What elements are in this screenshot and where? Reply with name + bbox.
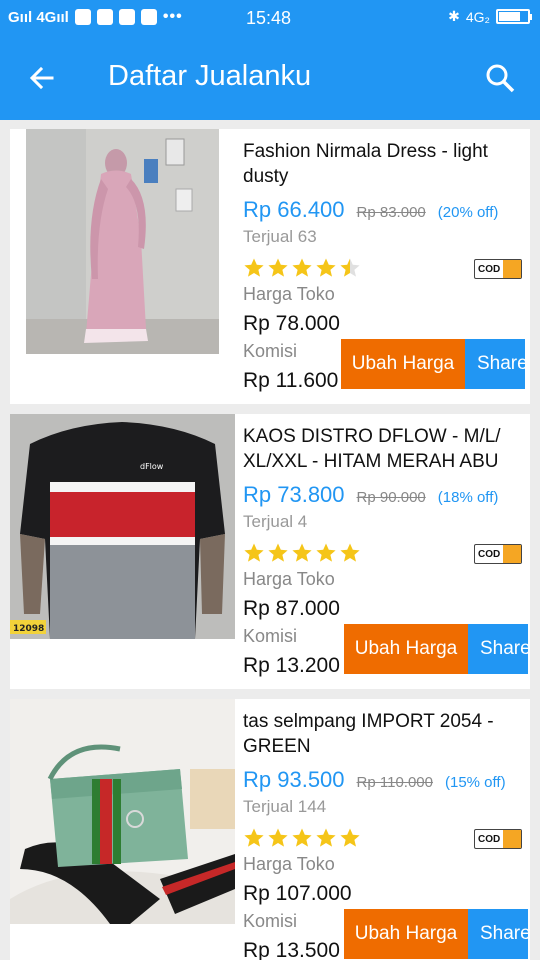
cod-label: COD: [478, 263, 501, 275]
star-icon: [268, 543, 288, 562]
harga-toko-value: Rp 107.000: [243, 882, 352, 905]
star-icon: [340, 828, 360, 847]
discount-label: (18% off): [437, 489, 499, 506]
komisi-value: Rp 13.500: [243, 939, 340, 960]
search-button[interactable]: [484, 62, 516, 94]
microphone-icon: [118, 9, 135, 25]
komisi-value: Rp 13.200: [243, 654, 340, 677]
svg-text:dFlow: dFlow: [140, 462, 164, 471]
komisi-label: Komisi: [243, 341, 298, 361]
discount-label: (15% off): [444, 774, 506, 791]
page-title: Daftar Jualanku: [108, 60, 312, 92]
discount-label: (20% off): [437, 204, 499, 221]
arrow-left-icon: [29, 66, 54, 90]
star-icon: [244, 828, 264, 847]
shield-icon: [74, 9, 91, 25]
image-tag: 12098: [13, 624, 44, 634]
bluetooth-icon: ✱: [448, 8, 460, 24]
star-icon: [292, 543, 312, 562]
network-type: 4G₂: [465, 8, 490, 25]
sold-count: Terjual 144: [243, 797, 327, 816]
truck-icon: [503, 830, 521, 848]
pink-dress-photo: [26, 129, 219, 354]
battery-icon: [496, 9, 532, 24]
share-button[interactable]: Share: [465, 339, 525, 389]
status-left: Gııl 4Gııl •••: [8, 8, 183, 26]
komisi-value: Rp 11.600: [243, 369, 339, 392]
product-card[interactable]: tas selmpang IMPORT 2054 - GREEN Rp 93.5…: [10, 699, 530, 960]
ubah-harga-button[interactable]: Ubah Harga: [341, 339, 465, 389]
harga-toko-value: Rp 87.000: [243, 597, 340, 620]
star-icon: [316, 258, 336, 277]
star-icon: [316, 543, 336, 562]
back-button[interactable]: [26, 62, 58, 94]
product-name[interactable]: KAOS DISTRO DFLOW - M/L/ XL/XXL - HITAM …: [243, 424, 523, 474]
harga-toko-label: Harga Toko: [243, 569, 335, 589]
cod-badge: COD: [474, 259, 522, 279]
sale-price: Rp 93.500: [243, 767, 345, 792]
original-price: Rp 83.000: [356, 204, 426, 221]
status-bar: Gııl 4Gııl ••• 15:48 ✱ 4G₂: [0, 0, 540, 38]
product-list[interactable]: Fashion Nirmala Dress - light dusty Rp 6…: [0, 120, 540, 960]
star-icon: [340, 543, 360, 562]
harga-toko-label: Harga Toko: [243, 284, 335, 304]
price-row: Rp 66.400 Rp 83.000 (20% off): [243, 197, 498, 223]
product-name[interactable]: Fashion Nirmala Dress - light dusty: [243, 139, 523, 189]
sale-price: Rp 66.400: [243, 197, 345, 222]
komisi-label: Komisi: [243, 911, 298, 931]
app-bar: Daftar Jualanku: [0, 38, 540, 120]
clock: 15:48: [246, 8, 292, 28]
search-icon: [486, 64, 515, 93]
product-image[interactable]: dFlow 12098: [10, 414, 235, 639]
product-card[interactable]: Fashion Nirmala Dress - light dusty Rp 6…: [10, 129, 530, 404]
microphone-icon: [96, 9, 113, 25]
star-icon: [292, 828, 312, 847]
product-image[interactable]: [26, 129, 219, 354]
share-button[interactable]: Share: [468, 624, 528, 674]
truck-icon: [503, 545, 521, 563]
share-button[interactable]: Share: [468, 909, 528, 959]
app-notification-icon: [140, 9, 157, 25]
rating-stars: [243, 542, 361, 564]
ubah-harga-button[interactable]: Ubah Harga: [344, 909, 468, 959]
komisi-label: Komisi: [243, 626, 298, 646]
sale-price: Rp 73.800: [243, 482, 345, 507]
cod-label: COD: [478, 548, 501, 560]
sold-count: Terjual 4: [243, 512, 308, 531]
ubah-harga-button[interactable]: Ubah Harga: [344, 624, 468, 674]
cod-label: COD: [478, 833, 501, 845]
star-icon: [244, 543, 264, 562]
status-right: ✱ 4G₂: [448, 8, 532, 25]
green-bag-photo: [10, 699, 235, 924]
sold-count: Terjual 63: [243, 227, 317, 246]
product-name[interactable]: tas selmpang IMPORT 2054 - GREEN: [243, 709, 523, 759]
star-icon: [316, 828, 336, 847]
star-icon: [244, 258, 264, 277]
network-signal: Gııl 4Gııl: [8, 8, 69, 26]
price-row: Rp 73.800 Rp 90.000 (18% off): [243, 482, 498, 508]
price-row: Rp 93.500 Rp 110.000 (15% off): [243, 767, 506, 793]
cod-badge: COD: [474, 544, 522, 564]
harga-toko-label: Harga Toko: [243, 854, 335, 874]
star-icon: [292, 258, 312, 277]
harga-toko-value: Rp 78.000: [243, 312, 340, 335]
cod-badge: COD: [474, 829, 522, 849]
product-card[interactable]: dFlow 12098 KAOS DISTRO DFLOW - M/L/ XL/…: [10, 414, 530, 689]
rating-stars: [243, 257, 361, 279]
star-icon: [268, 258, 288, 277]
tshirt-photo: dFlow 12098: [10, 414, 235, 639]
product-image[interactable]: [10, 699, 235, 924]
star-icon: [340, 258, 360, 277]
original-price: Rp 90.000: [356, 489, 426, 506]
truck-icon: [503, 260, 521, 278]
more-notifications-icon: •••: [162, 8, 183, 25]
original-price: Rp 110.000: [356, 774, 433, 791]
star-icon: [268, 828, 288, 847]
rating-stars: [243, 827, 361, 849]
